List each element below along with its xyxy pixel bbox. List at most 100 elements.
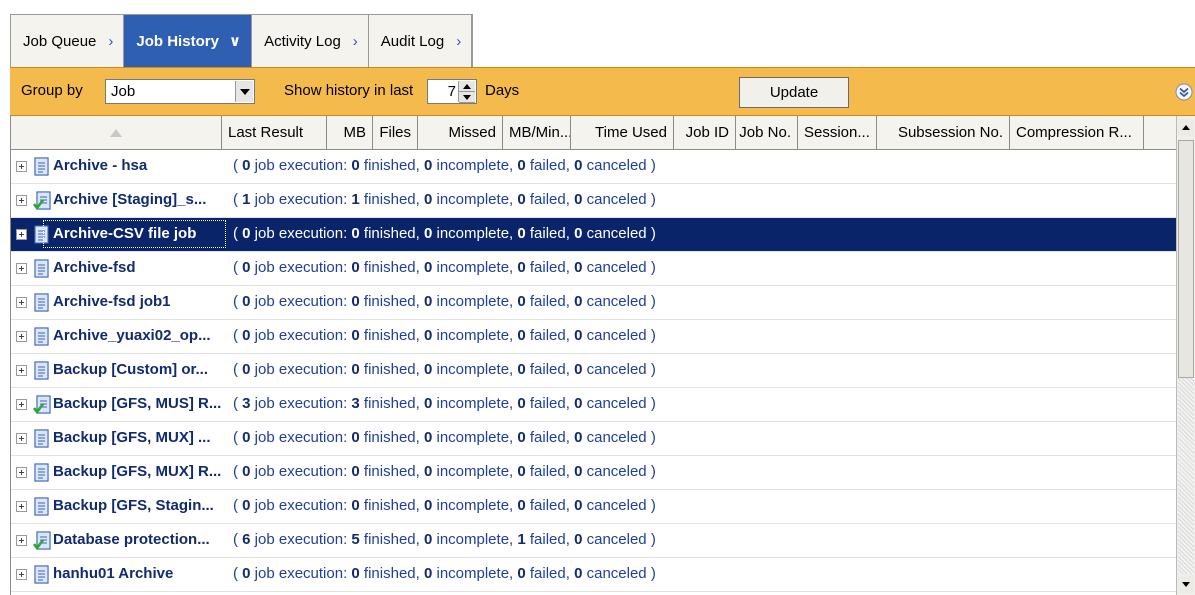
tab-activity-log[interactable]: Activity Log › [252, 15, 369, 67]
tab-strip: Job Queue › Job History ∨ Activity Log ›… [10, 14, 474, 67]
column-header-mb-min[interactable]: MB/Min... [503, 116, 571, 149]
job-name: hanhu01 Archive [53, 565, 174, 582]
column-header-subsession-no[interactable]: Subsession No. [877, 116, 1010, 149]
job-row[interactable]: Backup [Custom] or... ( 0 job execution:… [11, 354, 1177, 388]
summary-text: ( [233, 497, 243, 514]
summary-text: job execution: [250, 327, 352, 344]
stepper-down-button[interactable] [459, 92, 475, 103]
expand-plus-icon[interactable] [16, 501, 27, 512]
job-execution-summary: ( 0 job execution: 0 finished, 0 incompl… [233, 225, 656, 242]
job-execution-summary: ( 0 job execution: 0 finished, 0 incompl… [233, 361, 656, 378]
expand-plus-icon[interactable] [16, 399, 27, 410]
job-row[interactable]: Backup [GFS, Stagin... ( 0 job execution… [11, 490, 1177, 524]
scroll-down-button[interactable] [1178, 576, 1194, 593]
summary-text: canceled ) [582, 225, 656, 242]
chevron-right-icon: › [108, 32, 114, 50]
dropdown-button[interactable] [235, 81, 253, 102]
group-by-select[interactable]: Job [105, 79, 255, 104]
summary-text: failed, [525, 191, 575, 208]
job-row[interactable]: Backup [GFS, MUS] R... ( 3 job execution… [11, 388, 1177, 422]
summary-text: finished, [359, 361, 424, 378]
expand-plus-icon[interactable] [16, 365, 27, 376]
summary-text: canceled ) [582, 157, 656, 174]
column-header-job-no[interactable]: Job No. [736, 116, 798, 149]
summary-text: job execution: [250, 497, 352, 514]
expand-plus-icon[interactable] [16, 467, 27, 478]
vertical-scrollbar[interactable] [1176, 116, 1195, 595]
job-name: Backup [GFS, MUX] R... [53, 463, 222, 480]
grid-rows: Archive - hsa ( 0 job execution: 0 finis… [11, 150, 1177, 595]
expand-plus-icon[interactable] [16, 569, 27, 580]
job-name: Backup [Custom] or... [53, 361, 209, 378]
column-header-job-id[interactable]: Job ID [674, 116, 736, 149]
expand-plus-icon[interactable] [16, 433, 27, 444]
arrow-up-icon [463, 83, 471, 89]
count-value: 0 [242, 429, 251, 446]
expand-plus-icon[interactable] [16, 229, 27, 240]
collapse-toolbar-button[interactable] [1173, 78, 1195, 106]
stepper-up-button[interactable] [459, 81, 475, 92]
job-row[interactable]: Backup [GFS, MUX] R... ( 0 job execution… [11, 456, 1177, 490]
job-row[interactable]: Archive [Staging]_s... ( 1 job execution… [11, 184, 1177, 218]
column-header-compression-ratio[interactable]: Compression R... [1010, 116, 1144, 149]
job-row[interactable]: Backup [GFS, MUX] ... ( 0 job execution:… [11, 422, 1177, 456]
count-value: 0 [517, 395, 526, 412]
job-document-icon [33, 429, 51, 449]
scroll-up-button[interactable] [1178, 119, 1194, 136]
column-header-name[interactable] [11, 116, 222, 149]
column-header-mb[interactable]: MB [327, 116, 373, 149]
column-header-time-used[interactable]: Time Used [571, 116, 674, 149]
summary-text: job execution: [250, 565, 352, 582]
summary-text: canceled ) [582, 429, 656, 446]
job-row[interactable]: Archive-CSV file job ( 0 job execution: … [11, 218, 1177, 252]
summary-text: failed, [525, 429, 575, 446]
summary-text: canceled ) [582, 531, 656, 548]
job-document-icon [33, 463, 51, 483]
summary-text: job execution: [250, 429, 352, 446]
expand-plus-icon[interactable] [16, 161, 27, 172]
summary-text: ( [233, 395, 243, 412]
job-row[interactable]: Archive_yuaxi02_op... ( 0 job execution:… [11, 320, 1177, 354]
update-button[interactable]: Update [739, 77, 849, 108]
scrollbar-thumb[interactable] [1178, 140, 1194, 378]
count-value: 0 [517, 361, 526, 378]
column-header-missed[interactable]: Missed [418, 116, 503, 149]
grid-header: Last Result MB Files Missed MB/Min... Ti… [11, 116, 1177, 150]
tab-job-history[interactable]: Job History ∨ [124, 15, 253, 67]
count-value: 0 [517, 157, 526, 174]
summary-text: ( [233, 259, 243, 276]
job-execution-summary: ( 0 job execution: 0 finished, 0 incompl… [233, 259, 656, 276]
column-header-files[interactable]: Files [373, 116, 418, 149]
job-row[interactable]: hanhu01 Archive ( 0 job execution: 0 fin… [11, 558, 1177, 592]
tab-audit-log[interactable]: Audit Log › [369, 15, 473, 67]
expand-plus-icon[interactable] [16, 195, 27, 206]
count-value: 0 [351, 225, 360, 242]
job-row[interactable]: Archive - hsa ( 0 job execution: 0 finis… [11, 150, 1177, 184]
summary-text: failed, [525, 497, 575, 514]
summary-text: incomplete, [432, 327, 518, 344]
tab-job-queue[interactable]: Job Queue › [11, 15, 125, 67]
count-value: 0 [351, 565, 360, 582]
expand-plus-icon[interactable] [16, 535, 27, 546]
job-document-icon [33, 259, 51, 279]
summary-text: job execution: [250, 531, 352, 548]
days-stepper[interactable]: 7 [427, 79, 477, 104]
count-value: 0 [517, 497, 526, 514]
summary-text: ( [233, 191, 243, 208]
column-header-last-result[interactable]: Last Result [222, 116, 327, 149]
expand-plus-icon[interactable] [16, 297, 27, 308]
job-row[interactable]: Archive-fsd ( 0 job execution: 0 finishe… [11, 252, 1177, 286]
job-name: Archive [Staging]_s... [53, 191, 207, 208]
count-value: 0 [351, 293, 360, 310]
column-header-session[interactable]: Session... [798, 116, 877, 149]
double-chevron-down-icon [1175, 83, 1193, 101]
job-row[interactable]: Database protection... ( 6 job execution… [11, 524, 1177, 558]
job-row[interactable]: Archive-fsd job1 ( 0 job execution: 0 fi… [11, 286, 1177, 320]
job-name: Backup [GFS, MUX] ... [53, 429, 211, 446]
scrollbar-track[interactable] [1178, 378, 1194, 574]
job-name: Archive - hsa [53, 157, 148, 174]
count-value: 0 [242, 565, 251, 582]
expand-plus-icon[interactable] [16, 263, 27, 274]
expand-plus-icon[interactable] [16, 331, 27, 342]
job-document-check-icon [32, 395, 51, 415]
